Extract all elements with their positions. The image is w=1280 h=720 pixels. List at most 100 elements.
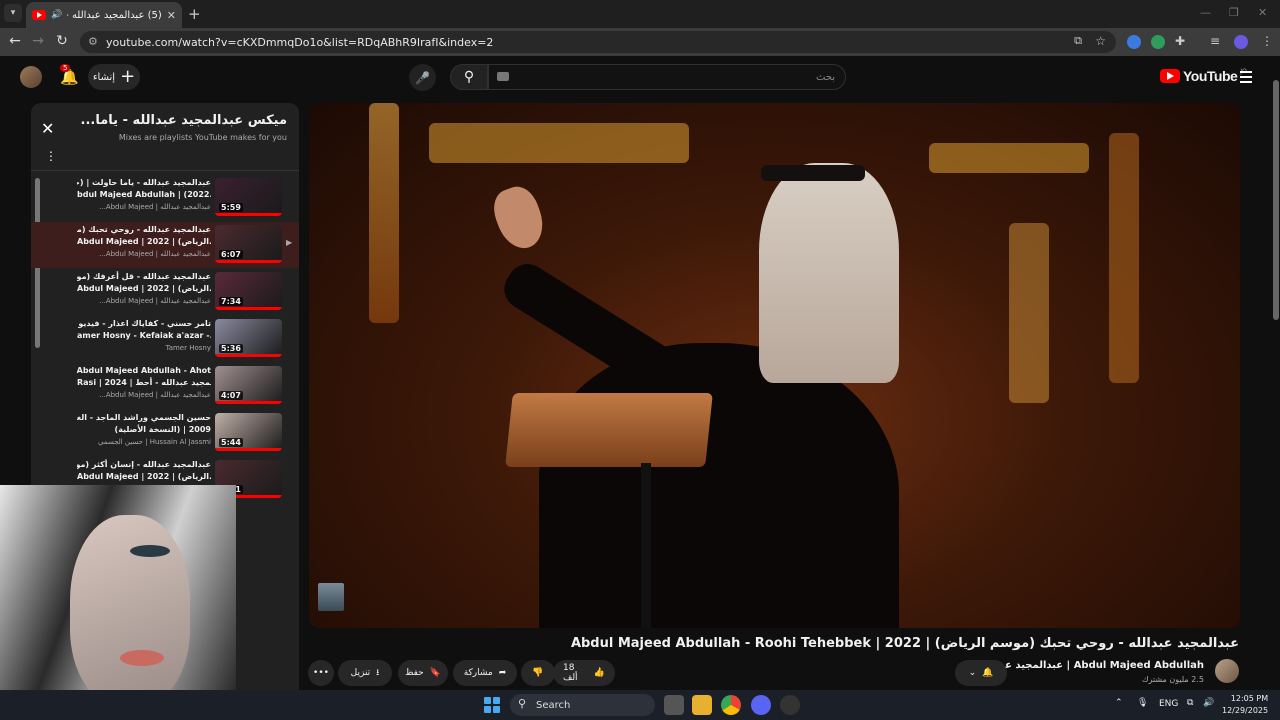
app-icon[interactable] <box>780 695 800 715</box>
share-button[interactable]: مشاركة ➦ <box>453 660 517 686</box>
minimize-button[interactable]: — <box>1200 6 1211 19</box>
forward-icon[interactable]: → <box>29 33 47 49</box>
search-icon: ⚲ <box>463 69 475 85</box>
discord-icon[interactable] <box>751 695 771 715</box>
dislike-button[interactable]: 👎 <box>521 660 555 686</box>
language-indicator[interactable]: ENG <box>1159 699 1178 709</box>
media-controls-icon[interactable]: ≡ <box>1210 34 1220 48</box>
playlist-item-text: عبدالمجيد عبدالله - ياما حاولت | (حفلة د… <box>77 177 211 213</box>
chrome-icon[interactable] <box>721 695 741 715</box>
network-icon[interactable]: ⧉ <box>1187 698 1193 708</box>
video-duration: 5:36 <box>219 344 243 353</box>
singer-figure <box>539 343 899 628</box>
guide-menu-icon[interactable] <box>1240 71 1252 86</box>
avatar[interactable] <box>20 66 42 88</box>
search-button[interactable]: ⚲ <box>450 64 488 90</box>
playlist-item[interactable]: ▶ 6:07 عبدالمجيد عبدالله - روحي تحبك (موسم… <box>31 222 299 268</box>
playlist-item[interactable]: 5:44 حسين الجسمي وراشد الماجد - الغرقان (ا… <box>31 410 299 456</box>
tab-search-button[interactable]: ▾ <box>4 4 22 22</box>
webcam-overlay <box>0 485 236 720</box>
channel-avatar[interactable] <box>1215 659 1239 683</box>
playlist-thumbnail[interactable]: 4:07 <box>215 366 282 404</box>
search-input[interactable]: بحث <box>488 64 846 90</box>
microphone-icon[interactable]: 🎙 <box>1137 698 1148 708</box>
singer-hand <box>487 181 551 255</box>
stage-light <box>1009 223 1049 403</box>
playlist-thumbnail[interactable]: 7:34 <box>215 272 282 310</box>
more-vert-icon[interactable]: ⋮ <box>45 149 57 163</box>
playlist-item-title-2: bdul Majeed Abdullah | (2022... <box>77 190 211 199</box>
extension-icon[interactable] <box>1151 35 1165 49</box>
playlist-item-channel: Hussain Al Jassmi | حسين الجسمي <box>97 438 211 446</box>
taskbar-clock[interactable]: 12:05 PM 12/29/2025 <box>1222 693 1268 717</box>
browser-tab[interactable]: 🔊 (5) عبدالمجيد عبدالله - روحي ✕ <box>26 2 182 28</box>
keyboard-icon[interactable] <box>497 72 509 81</box>
save-button[interactable]: حفظ 🔖 <box>398 660 448 686</box>
playlist-item-channel: عبدالمجيد عبدالله | Abdul Majeed... <box>99 250 211 258</box>
taskbar-search[interactable]: ⚲ Search <box>510 694 655 716</box>
video-player[interactable] <box>309 103 1240 628</box>
like-button[interactable]: 18 ألف 👍 <box>553 660 615 686</box>
watch-progress <box>215 448 282 451</box>
download-button[interactable]: تنزيل ⭳ <box>338 660 392 686</box>
playlist-item-text: تامر حسني - كفاياك اعذار - فيديو كليب / a… <box>77 318 211 354</box>
playlist-item[interactable]: 4:07 Abdul Majeed Abdullah - Ahot Rasi | 2… <box>31 363 299 409</box>
install-icon[interactable]: ⧉ <box>1074 34 1082 48</box>
speaker-icon: 🔊 <box>51 10 63 20</box>
stage-light <box>1109 133 1139 383</box>
stage-light <box>369 103 399 323</box>
plus-icon: + <box>120 66 136 87</box>
youtube-logo[interactable]: YouTube JO <box>1160 68 1247 84</box>
extensions-puzzle-icon[interactable]: ✚ <box>1175 34 1185 48</box>
mic-stand <box>641 463 651 628</box>
new-tab-button[interactable]: + <box>188 5 201 23</box>
voice-search-mic-icon[interactable]: 🎤 <box>409 64 436 91</box>
watch-progress <box>215 213 282 216</box>
file-explorer-icon[interactable] <box>692 695 712 715</box>
playlist-item-title: عبدالمجيد عبدالله - روحي تحبك (موسم <box>77 225 211 234</box>
create-button[interactable]: إنشاء + <box>88 64 140 90</box>
playlist-thumbnail[interactable]: 6:07 <box>215 225 282 263</box>
playlist-item[interactable]: 5:59 عبدالمجيد عبدالله - ياما حاولت | (حف… <box>31 175 299 221</box>
watch-progress <box>215 260 282 263</box>
volume-icon[interactable]: 🔊 <box>1203 698 1214 708</box>
bookmark-star-icon[interactable]: ☆ <box>1095 34 1106 48</box>
playlist-item-text: حسين الجسمي وراشد الماجد - الغرقان (النسخ… <box>77 412 211 448</box>
podium <box>505 393 713 467</box>
menu-kebab-icon[interactable]: ⋮ <box>1261 34 1273 48</box>
scrollbar-thumb[interactable] <box>1273 80 1279 320</box>
page-scrollbar[interactable] <box>1272 60 1280 690</box>
watch-progress <box>215 354 282 357</box>
singer-agal <box>761 165 865 181</box>
more-actions-button[interactable]: ••• <box>308 660 334 686</box>
close-window-button[interactable]: ✕ <box>1258 6 1267 19</box>
channel-watermark[interactable] <box>318 583 344 611</box>
windows-start-icon[interactable] <box>484 697 500 713</box>
maximize-button[interactable]: ❐ <box>1229 6 1239 19</box>
task-view-icon[interactable] <box>664 695 684 715</box>
youtube-masthead: 🔔5 إنشاء + 🎤 ⚲ بحث YouTube JO <box>0 56 1280 98</box>
tab-close-icon[interactable]: ✕ <box>167 9 176 22</box>
subscribe-bell-button[interactable]: ⌄ 🔔 <box>955 660 1007 686</box>
thumbs-up-icon: 👍 <box>593 668 605 678</box>
playlist-item-title: عبدالمجيد عبدالله - قل أعرفك (موسم <box>77 272 211 281</box>
tray-chevron-icon[interactable]: ⌃ <box>1115 698 1123 708</box>
playlist-thumbnail[interactable]: 5:44 <box>215 413 282 451</box>
playlist-item[interactable]: 5:36 تامر حسني - كفاياك اعذار - فيديو كلي… <box>31 316 299 362</box>
playlist-item-title-2: Abdul Majeed | 2022 | (الرياض... <box>77 472 211 481</box>
video-duration: 6:07 <box>219 250 243 259</box>
close-icon[interactable]: ✕ <box>41 119 54 138</box>
extension-icon[interactable] <box>1127 35 1141 49</box>
playlist-thumbnail[interactable]: 5:36 <box>215 319 282 357</box>
reload-icon[interactable]: ↻ <box>53 33 71 49</box>
playlist-item-title: عبدالمجيد عبدالله - ياما حاولت | (حفلة د… <box>77 178 211 187</box>
playlist-item-title: تامر حسني - كفاياك اعذار - فيديو كليب / <box>77 319 211 328</box>
profile-icon[interactable] <box>1234 35 1248 49</box>
playlist-item[interactable]: 7:34 عبدالمجيد عبدالله - قل أعرفك (موسم Ab… <box>31 269 299 315</box>
address-bar[interactable]: ⚙ youtube.com/watch?v=cKXDmmqDo1o&list=R… <box>80 31 1116 53</box>
notifications-bell-icon[interactable]: 🔔 5 <box>60 64 79 86</box>
playlist-thumbnail[interactable]: 5:59 <box>215 178 282 216</box>
site-info-icon[interactable]: ⚙ <box>88 35 98 48</box>
back-icon[interactable]: ← <box>6 33 24 49</box>
create-label: إنشاء <box>92 71 116 83</box>
